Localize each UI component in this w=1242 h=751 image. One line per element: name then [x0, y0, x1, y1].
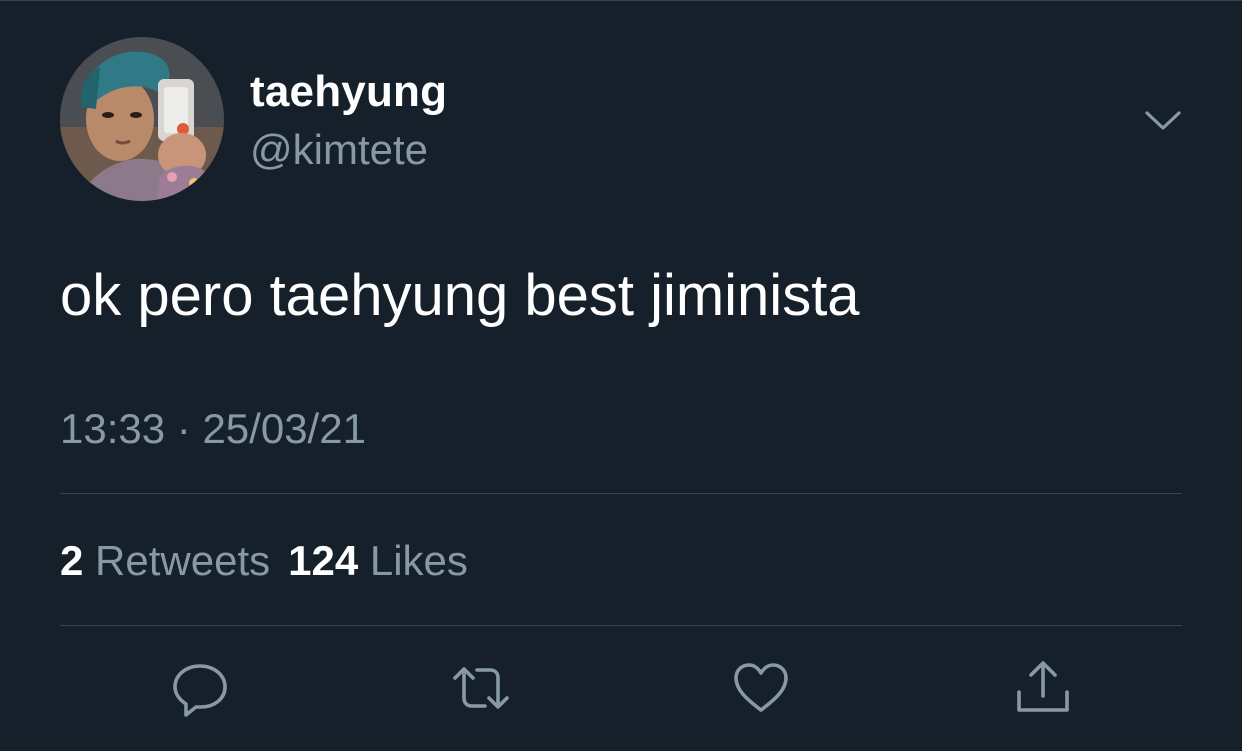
- tweet-timestamp[interactable]: 13:33 · 25/03/21: [60, 403, 366, 455]
- tweet-date: 25/03/21: [202, 405, 366, 452]
- chevron-down-icon[interactable]: [1142, 101, 1184, 137]
- timestamp-separator: ·: [176, 405, 191, 452]
- divider: [60, 625, 1182, 626]
- heart-icon[interactable]: [731, 658, 791, 718]
- tweet-stats: 2 Retweets 124 Likes: [60, 533, 486, 589]
- retweets-count: 2: [60, 537, 84, 584]
- retweets-label: Retweets: [95, 537, 271, 584]
- tweet-time: 13:33: [60, 405, 166, 452]
- likes-stat[interactable]: 124 Likes: [288, 533, 468, 589]
- retweets-stat[interactable]: 2 Retweets: [60, 533, 270, 589]
- likes-label: Likes: [369, 537, 468, 584]
- display-name[interactable]: taehyung: [250, 66, 447, 118]
- likes-count: 124: [288, 537, 359, 584]
- tweet-text: ok pero taehyung best jiminista: [60, 263, 860, 328]
- avatar-image: [60, 37, 224, 201]
- avatar[interactable]: [60, 37, 224, 201]
- retweet-icon[interactable]: [451, 658, 511, 718]
- reply-icon[interactable]: [170, 658, 230, 718]
- top-border: [0, 0, 1242, 1]
- divider: [60, 493, 1182, 494]
- user-handle[interactable]: @kimtete: [250, 125, 428, 175]
- tweet-detail: taehyung @kimtete ok pero taehyung best …: [0, 0, 1242, 751]
- share-icon[interactable]: [1013, 658, 1073, 718]
